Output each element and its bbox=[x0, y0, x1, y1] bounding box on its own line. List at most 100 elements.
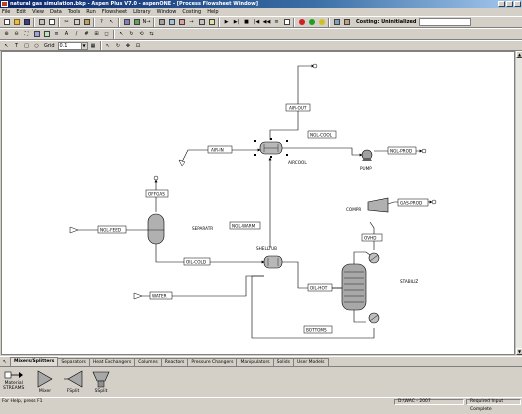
close-button[interactable] bbox=[514, 1, 521, 7]
copy-icon[interactable] bbox=[72, 18, 81, 27]
select-mode-icon[interactable]: ↖ bbox=[117, 30, 126, 39]
menu-view[interactable]: View bbox=[32, 8, 44, 16]
streams-icon[interactable]: → bbox=[187, 18, 196, 27]
air-out-terminal-icon[interactable] bbox=[312, 63, 318, 69]
new-file-icon[interactable] bbox=[2, 18, 11, 27]
flip-icon[interactable]: ⇆ bbox=[147, 30, 156, 39]
block-label-pump[interactable]: PUMP bbox=[360, 166, 372, 171]
menu-edit[interactable]: Edit bbox=[16, 8, 26, 16]
block-label-aircool[interactable]: AIRCOOL bbox=[288, 160, 307, 165]
menu-file[interactable]: File bbox=[2, 8, 10, 16]
water-terminal-icon[interactable] bbox=[133, 292, 143, 300]
grid-toggle-icon[interactable]: # bbox=[82, 30, 91, 39]
zoom-window-icon[interactable]: ⊡ bbox=[134, 41, 143, 50]
menu-run[interactable]: Run bbox=[86, 8, 96, 16]
block-label-compr[interactable]: COMPR bbox=[346, 207, 361, 212]
scroll-up-icon[interactable]: ▲ bbox=[516, 51, 522, 58]
menu-window[interactable]: Window bbox=[157, 8, 177, 16]
save-icon[interactable] bbox=[22, 18, 31, 27]
tab-reactors[interactable]: Reactors bbox=[160, 358, 189, 366]
stream-ngl-cool-line[interactable] bbox=[282, 147, 363, 157]
convergence-icon[interactable] bbox=[207, 18, 216, 27]
label-gas-prod[interactable]: GAS-PROD bbox=[400, 201, 422, 206]
reconnect-icon[interactable]: ↻ bbox=[127, 30, 136, 39]
paste-icon[interactable] bbox=[82, 18, 91, 27]
tab-columns[interactable]: Columns bbox=[134, 358, 162, 366]
label-ngl-warm[interactable]: NGL-WARM bbox=[232, 224, 256, 229]
block-label-separatr[interactable]: SEPARATR bbox=[192, 226, 213, 231]
bookmark-icon[interactable] bbox=[32, 30, 41, 39]
process-flowsheet-canvas[interactable]: AIR-OUT NGL-COOL AIR-IN NGL-PROD OFFGAS … bbox=[1, 51, 515, 355]
block-label-shelltub[interactable]: SHELLTUB bbox=[256, 246, 277, 251]
label-air-in[interactable]: AIR-IN bbox=[211, 148, 224, 153]
label-oil-cold[interactable]: OIL-COLD bbox=[186, 260, 206, 265]
menu-library[interactable]: Library bbox=[133, 8, 150, 16]
costing-options-icon[interactable] bbox=[342, 18, 351, 27]
print-icon[interactable] bbox=[37, 18, 46, 27]
tab-heat-exchangers[interactable]: Heat Exchangers bbox=[88, 358, 136, 366]
report-icon[interactable] bbox=[282, 18, 291, 27]
tab-user-models[interactable]: User Models bbox=[292, 358, 329, 366]
whats-this-icon[interactable]: ↖ bbox=[107, 18, 116, 27]
zoom-out-icon[interactable]: ⊖ bbox=[12, 30, 21, 39]
redraw-icon[interactable]: ↻ bbox=[114, 41, 123, 50]
stop-icon[interactable]: ■ bbox=[242, 18, 251, 27]
minimize-button[interactable] bbox=[498, 1, 505, 7]
label-ngl-feed[interactable]: NGL-FEED bbox=[100, 228, 121, 233]
offgas-terminal-icon[interactable] bbox=[153, 175, 159, 181]
control-panel-icon[interactable]: ≡ bbox=[272, 18, 281, 27]
step-icon[interactable]: ▶| bbox=[232, 18, 241, 27]
label-offgas[interactable]: OFFGAS bbox=[148, 192, 165, 197]
next-icon[interactable]: N→ bbox=[142, 18, 151, 27]
shelltub-block[interactable] bbox=[263, 255, 283, 269]
feed-terminal-icon[interactable] bbox=[69, 226, 79, 234]
data-browser-icon[interactable] bbox=[122, 18, 131, 27]
components-icon[interactable] bbox=[167, 18, 176, 27]
zoom-full-icon[interactable]: ⛶ bbox=[22, 30, 31, 39]
pump-block[interactable] bbox=[361, 149, 373, 161]
results-icon[interactable] bbox=[132, 18, 141, 27]
snap-icon[interactable]: ⊞ bbox=[92, 30, 101, 39]
palette-pointer-icon[interactable]: ↖ bbox=[0, 357, 10, 366]
rotate-icon[interactable]: ⟲ bbox=[137, 30, 146, 39]
zoom-in-icon[interactable]: ⊕ bbox=[2, 30, 11, 39]
chevron-down-icon[interactable]: ▼ bbox=[80, 42, 87, 49]
block-label-stabiliz[interactable]: STABILIZ bbox=[400, 279, 418, 284]
label-ovhd[interactable]: OVHD bbox=[364, 236, 376, 241]
text-icon[interactable]: A bbox=[62, 30, 71, 39]
compr-block[interactable] bbox=[367, 197, 389, 213]
air-in-terminal-icon[interactable] bbox=[178, 159, 186, 167]
grid-settings-icon[interactable]: ▦ bbox=[89, 41, 98, 50]
vertical-scrollbar[interactable]: ▲ ▼ bbox=[515, 51, 522, 355]
properties-icon[interactable] bbox=[177, 18, 186, 27]
label-ngl-cool[interactable]: NGL-COOL bbox=[310, 133, 333, 138]
tab-pressure-changers[interactable]: Pressure Changers bbox=[187, 358, 238, 366]
section-icon[interactable] bbox=[42, 30, 51, 39]
label-water[interactable]: WATER bbox=[152, 294, 167, 299]
palette-fsplit[interactable]: FSplit bbox=[62, 369, 84, 394]
text-tool-icon[interactable]: T bbox=[12, 41, 21, 50]
cut-icon[interactable]: ✂ bbox=[62, 18, 71, 27]
stream-reboiler-line[interactable] bbox=[353, 310, 366, 323]
palette-ssplit[interactable]: SSplit bbox=[90, 369, 112, 394]
pointer-icon[interactable]: ↖ bbox=[2, 41, 11, 50]
green-status-icon[interactable] bbox=[307, 18, 316, 27]
label-air-out[interactable]: AIR-OUT bbox=[289, 106, 307, 111]
costing-icon[interactable] bbox=[332, 18, 341, 27]
setup-icon[interactable] bbox=[157, 18, 166, 27]
pan-icon[interactable]: ✥ bbox=[124, 41, 133, 50]
print-preview-icon[interactable] bbox=[47, 18, 56, 27]
arrow-tool-icon[interactable]: ↖ bbox=[104, 41, 113, 50]
tab-manipulators[interactable]: Manipulators bbox=[236, 358, 274, 366]
help-icon[interactable]: ? bbox=[97, 18, 106, 27]
yellow-status-icon[interactable] bbox=[317, 18, 326, 27]
reinitialize-icon[interactable]: ◀◀ bbox=[262, 18, 271, 27]
label-ngl-prod[interactable]: NGL-PROD bbox=[390, 149, 412, 154]
label-oil-hot[interactable]: OIL-HOT bbox=[310, 286, 328, 291]
rect-tool-icon[interactable]: □ bbox=[22, 41, 31, 50]
menu-help[interactable]: Help bbox=[207, 8, 218, 16]
separatr-block[interactable] bbox=[147, 213, 165, 245]
stream-air-out-line[interactable] bbox=[269, 64, 315, 140]
line-icon[interactable]: / bbox=[72, 30, 81, 39]
label-bottoms[interactable]: BOTTOMS bbox=[306, 328, 327, 333]
